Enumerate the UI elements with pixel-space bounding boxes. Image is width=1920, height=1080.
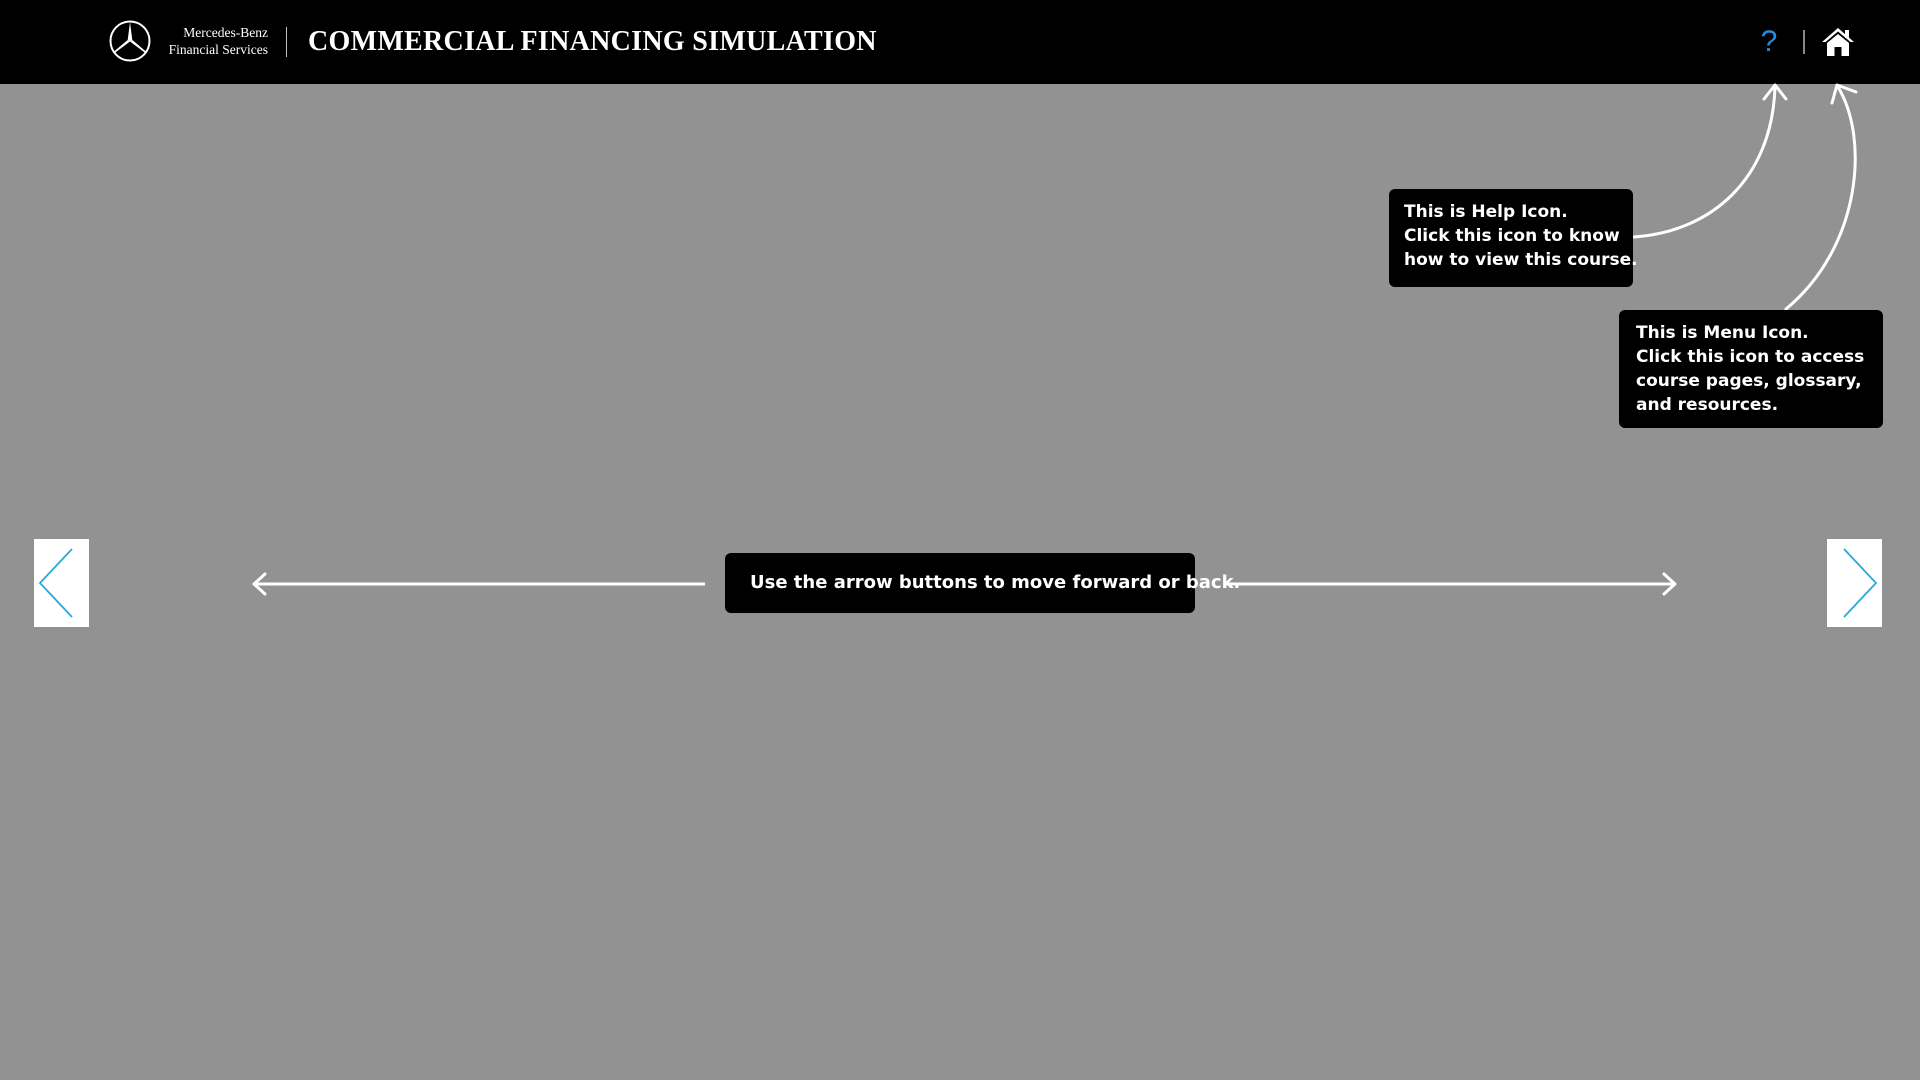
- annotation-arrows: [252, 83, 1858, 596]
- home-icon[interactable]: [1821, 26, 1855, 58]
- callout-line: Click this icon to access: [1636, 347, 1865, 367]
- question-mark-icon: ?: [1760, 25, 1778, 58]
- header-bar: Mercedes-Benz Financial Services COMMERC…: [0, 0, 1920, 84]
- previous-button[interactable]: [34, 539, 89, 627]
- brand-name: Mercedes-Benz Financial Services: [160, 24, 268, 58]
- callout-text: Use the arrow buttons to move forward or…: [750, 572, 1241, 593]
- toolbar-divider: [1803, 30, 1805, 54]
- callout-line: and resources.: [1636, 395, 1779, 415]
- callout-line: how to view this course.: [1404, 250, 1638, 270]
- course-page: Mercedes-Benz Financial Services COMMERC…: [0, 0, 1920, 1080]
- brand-line-1: Mercedes-Benz: [183, 25, 268, 40]
- callout-line: This is Help Icon.: [1404, 202, 1568, 222]
- callout-line: Click this icon to know: [1404, 226, 1620, 246]
- menu-icon-callout: This is Menu Icon. Click this icon to ac…: [1619, 310, 1883, 428]
- next-button[interactable]: [1827, 539, 1882, 627]
- brand-line-2: Financial Services: [168, 42, 268, 57]
- chevron-left-icon: [38, 548, 73, 618]
- header-divider: [286, 27, 287, 57]
- navigation-callout: Use the arrow buttons to move forward or…: [725, 553, 1241, 613]
- help-icon-callout: This is Help Icon. Click this icon to kn…: [1389, 189, 1638, 287]
- callout-line: This is Menu Icon.: [1636, 323, 1809, 343]
- callout-line: course pages, glossary,: [1636, 371, 1862, 391]
- mercedes-star-logo: [109, 20, 151, 62]
- chevron-right-icon: [1843, 548, 1878, 618]
- page-title: COMMERCIAL FINANCING SIMULATION: [308, 26, 877, 57]
- help-button[interactable]: ?: [1754, 23, 1784, 61]
